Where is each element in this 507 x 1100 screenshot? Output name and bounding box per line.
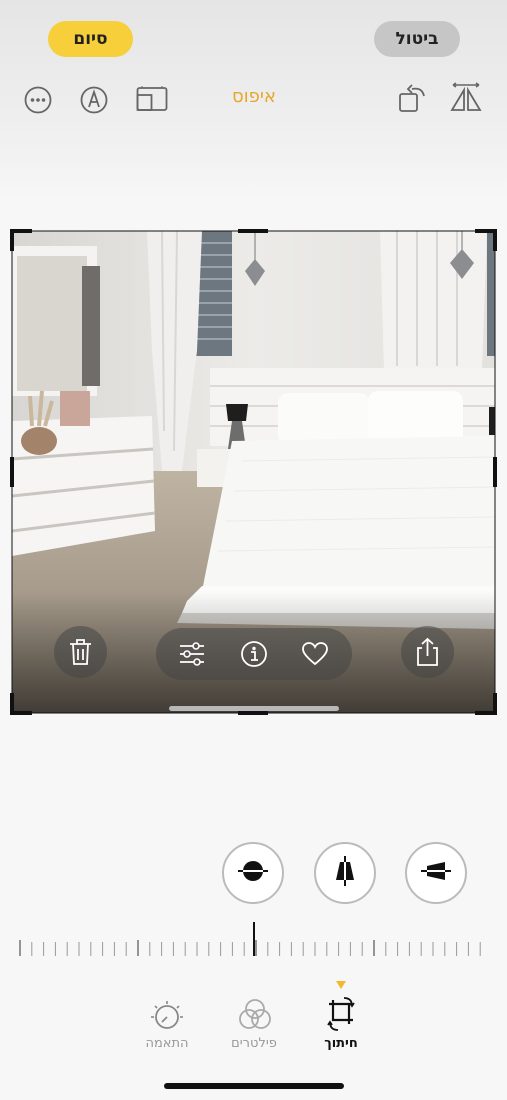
favorite-icon[interactable]	[301, 640, 329, 668]
vertical-perspective-icon	[332, 856, 358, 890]
photo-actions-bar	[156, 628, 352, 680]
straighten-icon	[238, 859, 268, 887]
horizontal-perspective-button[interactable]	[405, 842, 467, 904]
straighten-button[interactable]	[222, 842, 284, 904]
adjust-dial-icon[interactable]	[150, 1000, 184, 1034]
done-button[interactable]: סיום	[48, 21, 133, 57]
share-icon	[414, 637, 441, 667]
flip-icon[interactable]	[449, 82, 483, 114]
rotate-icon[interactable]	[398, 82, 430, 114]
markup-icon[interactable]	[80, 86, 108, 114]
photo-scrub-indicator	[169, 706, 339, 711]
trash-icon	[67, 638, 94, 666]
cancel-button[interactable]: ביטול	[374, 21, 460, 57]
tab-adjust[interactable]: התאמה	[127, 1036, 207, 1051]
aspect-ratio-icon[interactable]	[136, 86, 168, 112]
filters-icon[interactable]	[237, 998, 273, 1032]
adjust-icon[interactable]	[178, 641, 206, 667]
vertical-perspective-button[interactable]	[314, 842, 376, 904]
more-icon[interactable]	[24, 86, 52, 114]
reset-button[interactable]: איפוס	[228, 86, 280, 107]
crop-icon[interactable]	[325, 996, 357, 1032]
share-button[interactable]	[401, 626, 454, 678]
delete-button[interactable]	[54, 626, 107, 678]
tab-filters[interactable]: פילטרים	[214, 1036, 294, 1051]
tab-crop[interactable]: חיתוך	[301, 1036, 381, 1051]
info-icon[interactable]	[240, 640, 268, 668]
selected-tab-indicator	[336, 981, 346, 989]
home-indicator	[164, 1083, 344, 1089]
straighten-slider[interactable]	[0, 920, 507, 960]
horizontal-perspective-icon	[421, 858, 451, 888]
